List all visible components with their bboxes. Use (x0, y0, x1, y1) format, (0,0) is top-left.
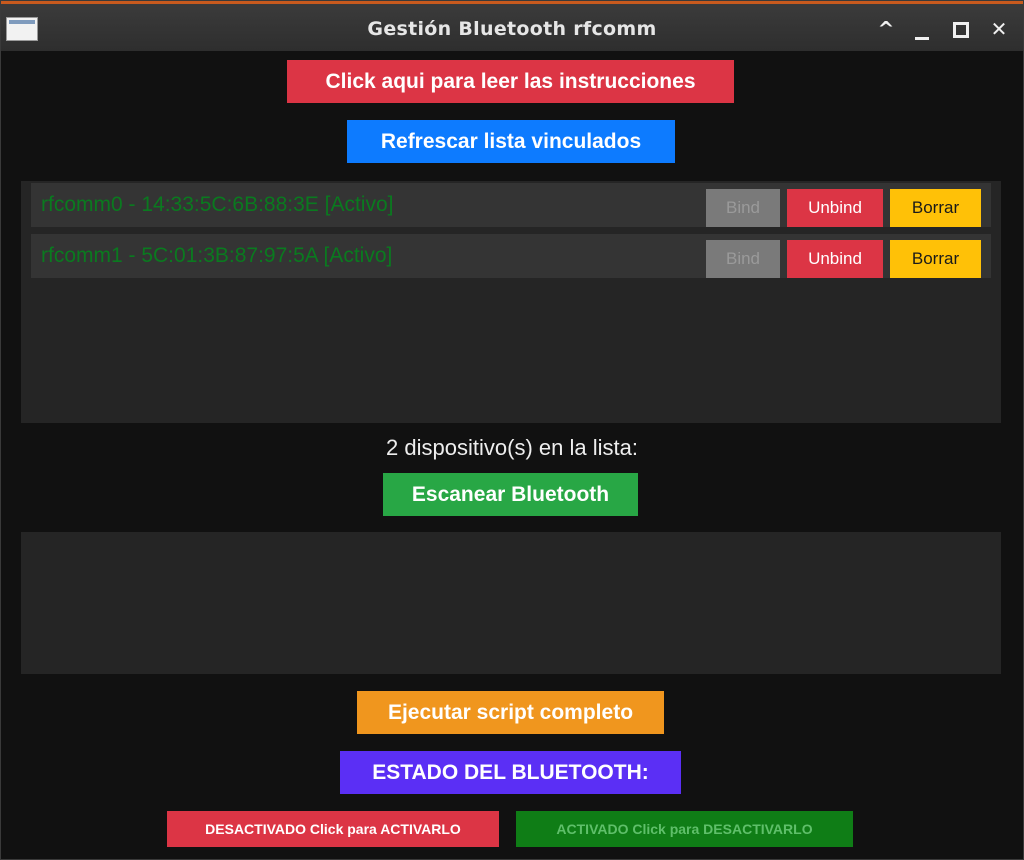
close-icon[interactable]: ✕ (986, 16, 1012, 42)
window-title: Gestión Bluetooth rfcomm (367, 18, 657, 40)
scan-results-panel (21, 532, 1001, 674)
run-full-script-button[interactable]: Ejecutar script completo (357, 691, 664, 734)
minimize-icon[interactable] (909, 16, 935, 42)
deactivate-bluetooth-button[interactable]: ACTIVADO Click para DESACTIVARLO (516, 811, 853, 847)
unbind-button[interactable]: Unbind (787, 189, 883, 227)
device-label: rfcomm0 - 14:33:5C:6B:88:3E [Activo] (41, 193, 394, 216)
bind-button[interactable]: Bind (706, 189, 780, 227)
maximize-icon[interactable] (947, 16, 973, 42)
linked-devices-panel: rfcomm0 - 14:33:5C:6B:88:3E [Activo] Bin… (21, 181, 1001, 423)
instructions-button[interactable]: Click aqui para leer las instrucciones (287, 60, 734, 103)
activate-bluetooth-button[interactable]: DESACTIVADO Click para ACTIVARLO (167, 811, 499, 847)
device-row: rfcomm1 - 5C:01:3B:87:97:5A [Activo] Bin… (31, 234, 991, 278)
bluetooth-status-button[interactable]: ESTADO DEL BLUETOOTH: (340, 751, 681, 794)
scan-bluetooth-button[interactable]: Escanear Bluetooth (383, 473, 638, 516)
title-bar[interactable]: Gestión Bluetooth rfcomm ^ ✕ (1, 1, 1023, 51)
unbind-button[interactable]: Unbind (787, 240, 883, 278)
device-label: rfcomm1 - 5C:01:3B:87:97:5A [Activo] (41, 244, 393, 267)
app-window: Gestión Bluetooth rfcomm ^ ✕ Click aqui … (0, 0, 1024, 860)
collapse-icon[interactable]: ^ (873, 16, 899, 42)
device-count-label: 2 dispositivo(s) en la lista: (386, 435, 638, 460)
delete-button[interactable]: Borrar (890, 240, 981, 278)
delete-button[interactable]: Borrar (890, 189, 981, 227)
device-row: rfcomm0 - 14:33:5C:6B:88:3E [Activo] Bin… (31, 183, 991, 227)
refresh-linked-button[interactable]: Refrescar lista vinculados (347, 120, 675, 163)
bind-button[interactable]: Bind (706, 240, 780, 278)
